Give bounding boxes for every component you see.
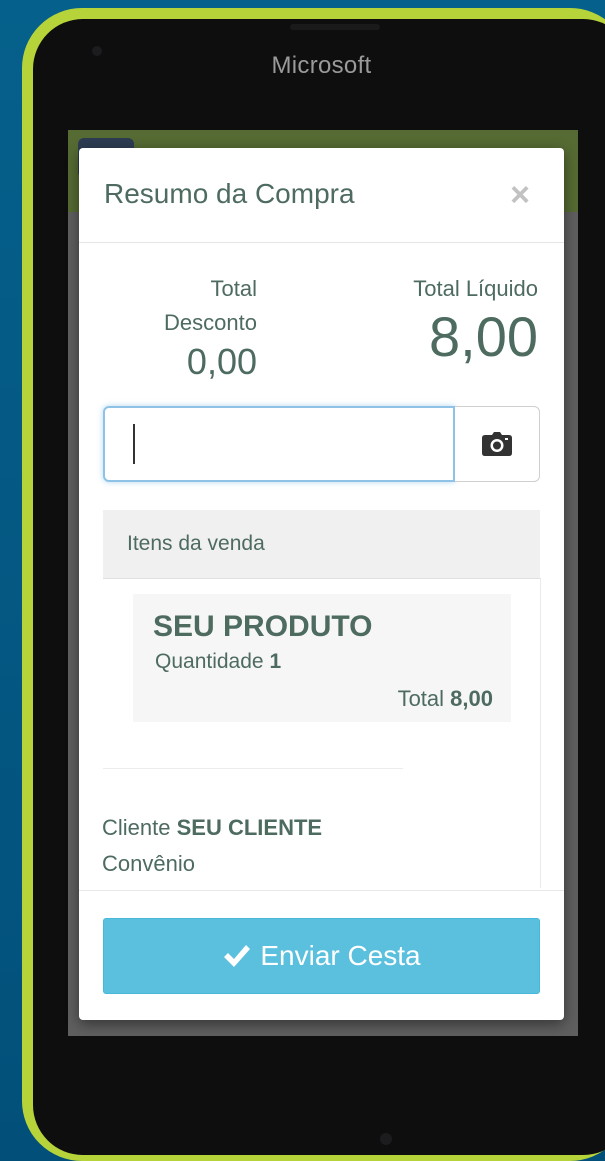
device-brand: Microsoft	[271, 52, 372, 79]
item-total: Total 8,00	[398, 686, 493, 712]
close-button[interactable]: ×	[510, 178, 530, 212]
item-quantity-label: Quantidade	[155, 650, 264, 673]
modal-header: Resumo da Compra ×	[79, 148, 564, 243]
barcode-input-group	[103, 406, 540, 482]
list-item[interactable]: SEU PRODUTO Quantidade 1 Total 8,00	[133, 594, 511, 722]
barcode-input[interactable]	[103, 406, 455, 482]
camera-icon	[482, 432, 512, 456]
footer-divider	[79, 890, 564, 891]
client-info: Cliente SEU CLIENTE Convênio	[102, 810, 322, 882]
item-quantity: Quantidade 1	[155, 650, 281, 674]
home-dot	[380, 1133, 392, 1145]
camera-button[interactable]	[455, 406, 540, 482]
total-net-value: 8,00	[429, 305, 538, 368]
item-total-label: Total	[397, 686, 445, 711]
speaker-slot	[290, 24, 380, 30]
client-name: SEU CLIENTE	[176, 815, 323, 840]
convenio-label: Convênio	[102, 851, 195, 876]
total-discount-label-line2: Desconto	[164, 310, 257, 335]
item-total-value: 8,00	[450, 686, 493, 711]
send-basket-button[interactable]: Enviar Cesta	[103, 918, 540, 994]
list-separator	[103, 768, 403, 769]
send-basket-label: Enviar Cesta	[260, 940, 421, 971]
client-line: Cliente SEU CLIENTE	[102, 810, 322, 846]
modal-title: Resumo da Compra	[104, 178, 355, 209]
check-icon	[224, 945, 251, 967]
total-net: Total Líquido 8,00	[413, 272, 538, 368]
total-discount-label-line1: Total	[210, 276, 257, 301]
total-discount-value: 0,00	[186, 341, 257, 382]
item-quantity-value: 1	[269, 650, 282, 673]
text-caret	[133, 424, 135, 464]
items-section-header: Itens da venda	[103, 510, 540, 579]
total-discount: Total Desconto 0,00	[139, 272, 257, 384]
item-name: SEU PRODUTO	[153, 610, 373, 643]
items-section-title: Itens da venda	[127, 532, 265, 555]
background: Microsoft Resumo da Compra × Total Desco…	[0, 0, 605, 1161]
client-label: Cliente	[102, 815, 171, 840]
total-net-label: Total Líquido	[413, 276, 538, 301]
purchase-summary-modal: Resumo da Compra × Total Desconto 0,00 T…	[79, 148, 564, 1020]
